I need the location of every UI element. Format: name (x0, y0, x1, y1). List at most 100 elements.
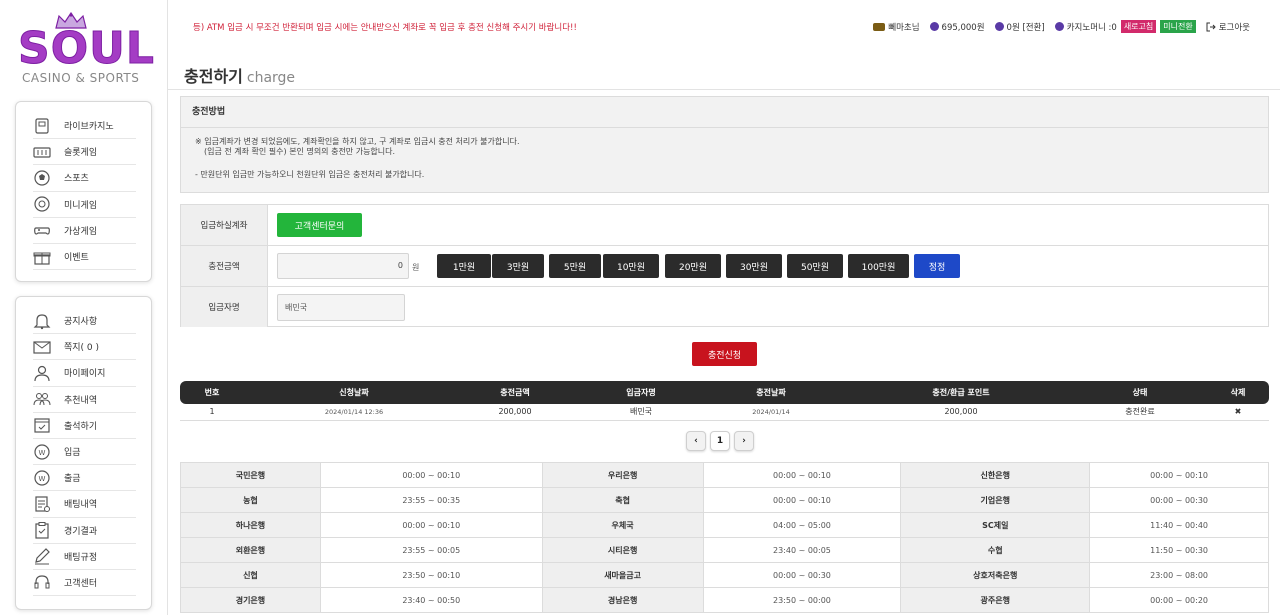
charge-method-heading: 충전방법 (181, 97, 1268, 128)
casino-coin-icon (1054, 22, 1064, 31)
sidebar-item-top-2[interactable]: 스포츠 (33, 165, 136, 192)
method-line-3: - 만원단위 입금만 가능하오니 천원단위 입금은 충전처리 불가합니다. (195, 170, 425, 179)
account-label: 입금하실계좌 (181, 205, 268, 245)
sidebar-item-bottom-8[interactable]: 경기결과 (33, 518, 136, 544)
sidebar-item-bottom-4[interactable]: 출석하기 (33, 413, 136, 439)
clipboard-icon (33, 521, 51, 539)
bank-row: 신협 23:50 ~ 00:10 새마을금고 00:00 ~ 00:30 상호저축은행 2… (181, 563, 1269, 588)
bank-name: 축협 (542, 488, 704, 513)
logo[interactable]: SOUL CASINO & SPORTS (16, 12, 154, 90)
sidebar-item-top-4[interactable]: 가상게임 (33, 218, 136, 244)
history-header-cell: 상태 (1132, 388, 1148, 397)
bank-maintenance-time: 11:50 ~ 00:30 (1090, 538, 1269, 563)
deposit-coin-icon: W (33, 443, 51, 461)
bank-name: 농협 (181, 488, 321, 513)
user-point[interactable]: 0원 [전환] (994, 21, 1045, 33)
mini-convert-button[interactable]: 미니전환 (1160, 20, 1196, 33)
sidebar-item-bottom-5[interactable]: W 입금 (33, 439, 136, 466)
sidebar-item-top-3[interactable]: 미니게임 (33, 192, 136, 218)
history-cell: 1 (209, 407, 215, 416)
users-icon (33, 390, 51, 408)
logout-icon (1206, 22, 1216, 31)
amount-button-2[interactable]: 5만원 (549, 254, 601, 278)
point-value[interactable]: 0원 [전환] (1007, 21, 1045, 33)
amount-row: 충전금액 0 원 1만원 3만원 5만원 10만원 20만원 30만원 50만원 100만원 정… (181, 246, 1268, 287)
sidebar-item-label: 고객센터 (64, 578, 98, 589)
logout-link[interactable]: 로그아웃 (1206, 21, 1250, 33)
sidebar-item-bottom-1[interactable]: 쪽지( 0 ) (33, 334, 136, 361)
sidebar-item-bottom-6[interactable]: W 출금 (33, 465, 136, 492)
charge-method-panel: 충전방법 ※ 입금계좌가 변경 되었음에도, 계좌확인을 하지 않고, 구 계좌… (180, 96, 1269, 193)
sidebar-item-bottom-7[interactable]: 배팅내역 (33, 491, 136, 518)
sidebar-item-top-5[interactable]: 이벤트 (33, 244, 136, 271)
history-header-cell: 충전/환급 포인트 (932, 388, 990, 397)
bank-maintenance-time: 00:00 ~ 00:10 (703, 463, 902, 488)
amount-button-3[interactable]: 10만원 (603, 254, 659, 278)
bell-icon (33, 312, 51, 330)
bank-row: 외환은행 23:55 ~ 00:05 시티은행 23:40 ~ 00:05 수협 11:5… (181, 538, 1269, 563)
refresh-button[interactable]: 새로고침 (1120, 20, 1157, 33)
won-unit: 원 (412, 263, 420, 272)
sidebar-item-bottom-0[interactable]: 공지사항 (33, 308, 136, 335)
sidebar-item-label: 배팅규정 (64, 552, 98, 563)
amount-label: 충전금액 (181, 246, 268, 286)
sidebar-item-top-1[interactable]: 슬롯게임 (33, 139, 136, 166)
bank-maintenance-time: 00:00 ~ 00:30 (703, 563, 902, 588)
history-cell: 충전완료 (1125, 407, 1155, 416)
history-cell: 200,000 (944, 407, 978, 416)
bank-maintenance-time: 04:00 ~ 05:00 (703, 513, 902, 538)
sidebar-item-label: 공지사항 (64, 317, 98, 328)
sidebar-item-label: 슬롯게임 (64, 148, 98, 159)
calendar-check-icon (33, 416, 51, 434)
sidebar-item-label: 추천내역 (64, 395, 98, 406)
level-badge-icon (873, 22, 886, 31)
bank-row: 농협 23:55 ~ 00:35 축협 00:00 ~ 00:10 기업은행 00:00 … (181, 488, 1269, 513)
depositor-input[interactable]: 배민국 (277, 294, 405, 321)
bank-maintenance-time: 00:00 ~ 00:10 (320, 463, 543, 488)
amount-input[interactable]: 0 (277, 253, 409, 279)
customer-center-button[interactable]: 고객센터문의 (277, 213, 362, 237)
history-cell: 2024/01/14 (752, 408, 790, 416)
sidebar-item-label: 경기결과 (64, 526, 98, 537)
prev-page-button[interactable]: ‹ (686, 431, 706, 451)
next-page-button[interactable]: › (734, 431, 754, 451)
amount-button-0[interactable]: 1만원 (437, 254, 491, 278)
svg-text:W: W (39, 475, 46, 483)
sidebar-item-top-0[interactable]: 라이브카지노 (33, 113, 136, 140)
bank-name: 신한은행 (901, 463, 1091, 488)
bank-name: 신협 (181, 563, 321, 588)
bank-name: 광주은행 (901, 588, 1091, 613)
sidebar-item-bottom-9[interactable]: 배팅규정 (33, 544, 136, 570)
page-1-button[interactable]: 1 (710, 431, 730, 451)
amount-button-4[interactable]: 20만원 (665, 254, 721, 278)
charge-form: 입금하실계좌 고객센터문의 충전금액 0 원 1만원 3만원 5만원 10만원 20만원… (180, 204, 1269, 327)
amount-button-6[interactable]: 50만원 (787, 254, 843, 278)
bank-maintenance-time: 23:55 ~ 00:05 (320, 538, 543, 563)
logout-label[interactable]: 로그아웃 (1219, 21, 1250, 33)
amount-button-1[interactable]: 3만원 (492, 254, 544, 278)
title-divider (168, 89, 1280, 90)
history-header-cell: 번호 (204, 388, 220, 397)
casino-money: 카지노머니 :0 새로고침 미니전환 (1054, 20, 1196, 33)
bank-name: 새마을금고 (542, 563, 704, 588)
amount-button-5[interactable]: 30만원 (726, 254, 782, 278)
page-title-sub: charge (246, 70, 296, 86)
sidebar-item-bottom-10[interactable]: 고객센터 (33, 570, 136, 597)
bank-maintenance-time: 23:00 ~ 08:00 (1090, 563, 1269, 588)
account-row: 입금하실계좌 고객센터문의 (181, 205, 1268, 246)
sidebar-item-bottom-2[interactable]: 마이페이지 (33, 360, 136, 387)
reset-amount-button[interactable]: 정정 (914, 254, 960, 278)
gift-icon (33, 248, 51, 266)
headset-icon (33, 573, 51, 591)
amount-button-7[interactable]: 100만원 (848, 254, 909, 278)
delete-icon[interactable]: ✖ (1235, 404, 1242, 420)
bank-name: 경기은행 (181, 588, 321, 613)
bank-maintenance-time: 00:00 ~ 00:10 (1090, 463, 1269, 488)
bank-name: 우체국 (542, 513, 704, 538)
apply-charge-button[interactable]: 충전신청 (692, 342, 757, 366)
user-icon (33, 364, 51, 382)
charge-method-body: ※ 입금계좌가 변경 되었음에도, 계좌확인을 하지 않고, 구 계좌로 입금시… (181, 128, 1268, 180)
money-value: 695,000원 (941, 22, 985, 33)
sidebar-item-bottom-3[interactable]: 추천내역 (33, 387, 136, 413)
depositor-label: 입금자명 (181, 287, 268, 327)
